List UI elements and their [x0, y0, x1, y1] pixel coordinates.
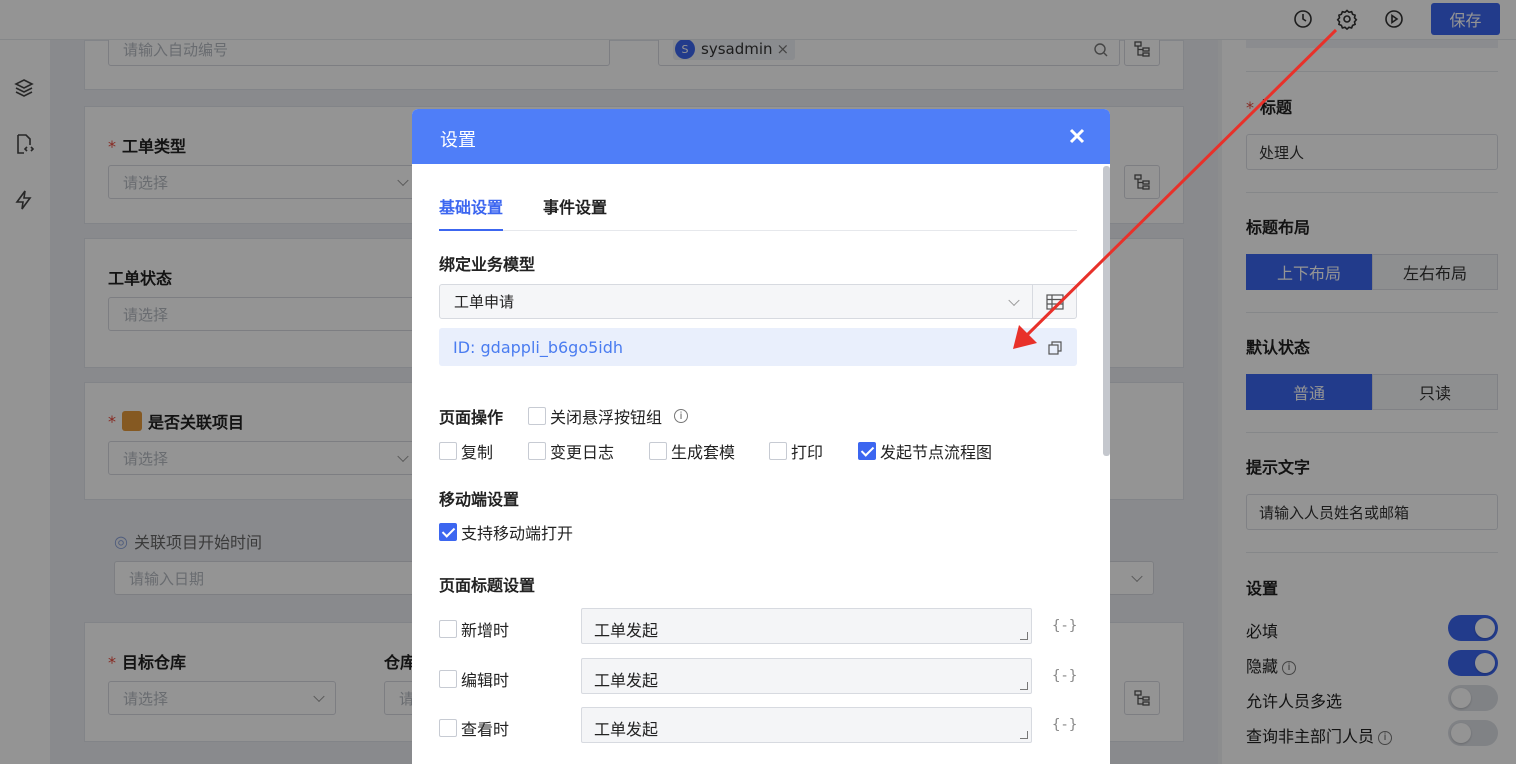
title-on-add-label: 新增时 — [461, 621, 510, 640]
modal-title: 设置 — [440, 130, 476, 151]
variable-icon[interactable]: {-} — [1052, 666, 1077, 686]
model-id-display: ID: gdappli_b6go5idh — [439, 328, 1077, 366]
checkbox[interactable] — [528, 407, 546, 425]
generate-template-checkbox[interactable]: 生成套模 — [649, 439, 735, 463]
title-on-view-textarea[interactable]: 工单发起 — [581, 707, 1032, 743]
mobile-settings-label: 移动端设置 — [439, 490, 520, 509]
title-on-add-checkbox[interactable]: 新增时 — [439, 617, 509, 641]
checkbox[interactable] — [439, 620, 457, 638]
page-ops-label: 页面操作 — [439, 408, 504, 427]
model-id-text: ID: gdappli_b6go5idh — [453, 337, 624, 357]
title-on-edit-checkbox[interactable]: 编辑时 — [439, 667, 509, 691]
title-on-add-textarea[interactable]: 工单发起 — [581, 608, 1032, 644]
model-table-button[interactable] — [1032, 284, 1077, 319]
title-on-edit-label: 编辑时 — [461, 671, 510, 690]
mobile-open-label: 支持移动端打开 — [461, 524, 574, 543]
variable-icon[interactable]: {-} — [1052, 616, 1077, 636]
generate-template-label: 生成套模 — [671, 443, 736, 462]
tab-basic-settings[interactable]: 基础设置 — [439, 194, 504, 231]
checkbox[interactable] — [528, 442, 546, 460]
checkbox[interactable] — [439, 719, 457, 737]
flowchart-checkbox[interactable]: 发起节点流程图 — [858, 439, 992, 463]
close-float-checkbox[interactable]: 关闭悬浮按钮组 i — [528, 404, 689, 428]
mobile-open-checkbox[interactable]: 支持移动端打开 — [439, 520, 573, 544]
page-title-settings-label: 页面标题设置 — [439, 576, 536, 595]
checkbox[interactable] — [439, 670, 457, 688]
close-float-label: 关闭悬浮按钮组 — [550, 408, 663, 427]
close-icon[interactable] — [1066, 125, 1088, 147]
chevron-down-icon — [1008, 294, 1020, 306]
checkbox[interactable] — [649, 442, 667, 460]
title-on-edit-textarea[interactable]: 工单发起 — [581, 658, 1032, 694]
modal-header: 设置 — [412, 109, 1110, 164]
change-log-label: 变更日志 — [550, 443, 615, 462]
change-log-checkbox[interactable]: 变更日志 — [528, 439, 614, 463]
checkbox[interactable] — [439, 442, 457, 460]
print-checkbox[interactable]: 打印 — [769, 439, 823, 463]
checkbox[interactable] — [769, 442, 787, 460]
copy-checkbox[interactable]: 复制 — [439, 439, 493, 463]
settings-modal: 设置 基础设置 事件设置 绑定业务模型 工单申请 ID: gdappli_b6g… — [412, 109, 1110, 764]
bind-model-label: 绑定业务模型 — [439, 255, 536, 274]
modal-scrollbar[interactable] — [1103, 166, 1110, 456]
copy-icon[interactable] — [1047, 340, 1063, 356]
print-label: 打印 — [791, 443, 824, 462]
variable-icon[interactable]: {-} — [1052, 715, 1077, 735]
checkbox[interactable] — [439, 523, 457, 541]
bind-model-value: 工单申请 — [454, 293, 515, 311]
bind-model-select[interactable]: 工单申请 — [439, 284, 1033, 319]
title-on-view-label: 查看时 — [461, 720, 510, 739]
tab-event-settings[interactable]: 事件设置 — [543, 194, 607, 231]
info-icon[interactable]: i — [674, 409, 689, 423]
modal-tabs: 基础设置 事件设置 — [439, 194, 1077, 231]
flowchart-label: 发起节点流程图 — [880, 443, 993, 462]
table-icon — [1045, 293, 1064, 310]
copy-label: 复制 — [461, 443, 494, 462]
checkbox[interactable] — [858, 442, 876, 460]
title-on-view-checkbox[interactable]: 查看时 — [439, 716, 509, 740]
